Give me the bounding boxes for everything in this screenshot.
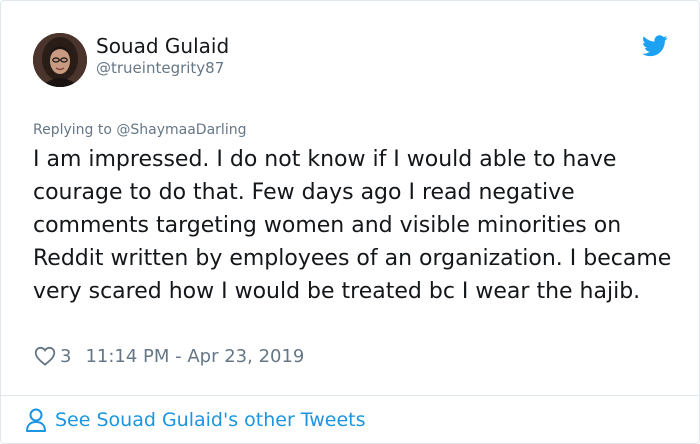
author-handle[interactable]: @trueintegrity87 bbox=[96, 58, 224, 78]
heart-icon[interactable] bbox=[34, 345, 56, 367]
tweet-meta: 3 11:14 PM - Apr 23, 2019 bbox=[34, 343, 304, 369]
tweet-card: Souad Gulaid @trueintegrity87 Replying t… bbox=[0, 0, 700, 444]
avatar[interactable] bbox=[33, 33, 87, 87]
replying-to-line: Replying to @ShaymaaDarling bbox=[33, 120, 246, 140]
replying-to-label: Replying to bbox=[33, 122, 117, 138]
see-other-tweets-link[interactable]: See Souad Gulaid's other Tweets bbox=[25, 405, 366, 435]
person-icon bbox=[25, 406, 49, 434]
like-count[interactable]: 3 bbox=[60, 346, 71, 367]
footer-divider bbox=[1, 395, 699, 396]
tweet-text: I am impressed. I do not know if I would… bbox=[33, 147, 672, 304]
reply-mention-link[interactable]: @ShaymaaDarling bbox=[116, 122, 246, 138]
tweet-timestamp[interactable]: 11:14 PM - Apr 23, 2019 bbox=[85, 346, 304, 367]
author-display-name[interactable]: Souad Gulaid bbox=[96, 34, 229, 58]
see-other-tweets-label: See Souad Gulaid's other Tweets bbox=[55, 409, 366, 431]
twitter-bird-icon[interactable] bbox=[642, 35, 668, 57]
